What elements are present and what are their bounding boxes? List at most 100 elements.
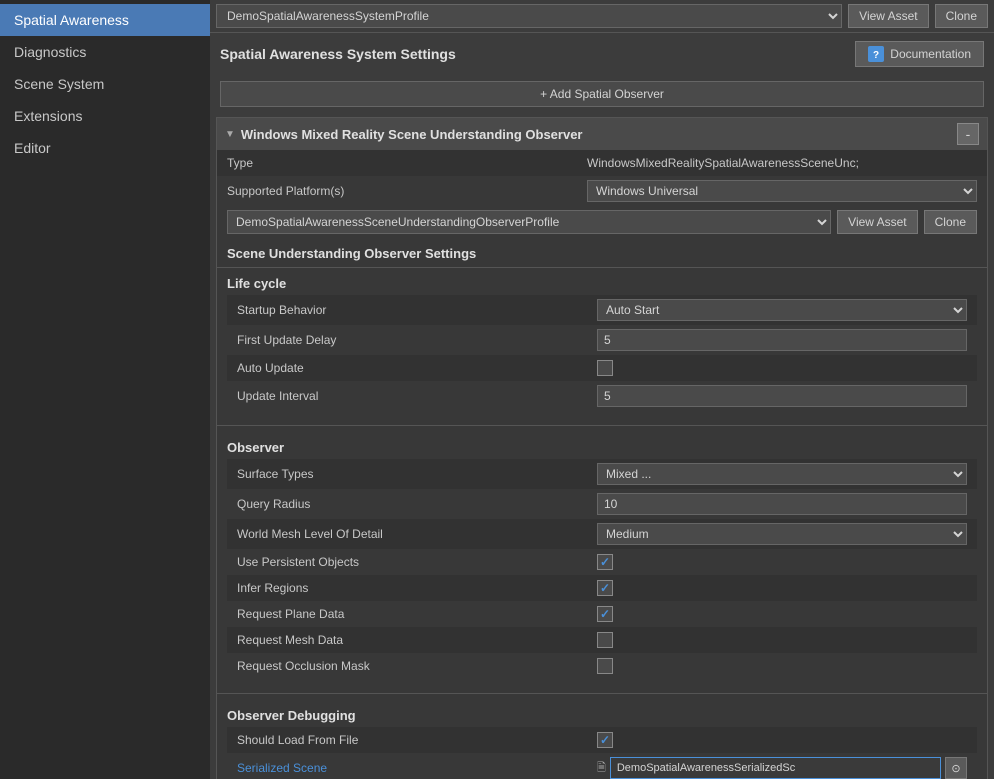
request-mesh-checkbox[interactable] [597, 632, 613, 648]
request-occlusion-row: Request Occlusion Mask [227, 653, 977, 679]
type-label: Type [227, 156, 587, 170]
sidebar-item-label: Scene System [14, 76, 104, 92]
should-load-row: Should Load From File [227, 727, 977, 753]
page-title: Spatial Awareness System Settings [220, 46, 456, 62]
serialized-scene-input[interactable] [610, 757, 941, 779]
observer-view-asset-label: View Asset [848, 215, 906, 229]
startup-behavior-row: Startup Behavior Auto Start [227, 295, 977, 325]
add-observer-bar: + Add Spatial Observer [210, 75, 994, 113]
collapse-icon[interactable]: ▼ [225, 129, 235, 140]
world-mesh-lod-label: World Mesh Level Of Detail [237, 527, 597, 541]
observer-settings-section: Observer Surface Types Mixed ... Query R… [217, 432, 987, 687]
observer-section: ▼ Windows Mixed Reality Scene Understand… [216, 117, 988, 779]
doc-button-label: Documentation [890, 47, 971, 61]
supported-platforms-select[interactable]: Windows Universal [587, 180, 977, 202]
query-radius-row: Query Radius [227, 489, 977, 519]
type-row: Type WindowsMixedRealitySpatialAwareness… [217, 150, 987, 176]
request-occlusion-label: Request Occlusion Mask [237, 659, 597, 673]
observer-settings-label: Observer [227, 440, 977, 455]
observer-clone-label: Clone [935, 215, 966, 229]
debugging-label: Observer Debugging [227, 708, 977, 723]
svg-text:?: ? [873, 50, 879, 61]
request-plane-checkbox[interactable] [597, 606, 613, 622]
use-persistent-checkbox-container [597, 554, 613, 570]
auto-update-row: Auto Update [227, 355, 977, 381]
add-observer-label: + Add Spatial Observer [540, 87, 664, 101]
divider-1 [217, 425, 987, 426]
use-persistent-label: Use Persistent Objects [237, 555, 597, 569]
query-radius-label: Query Radius [237, 497, 597, 511]
request-mesh-label: Request Mesh Data [237, 633, 597, 647]
observer-header: ▼ Windows Mixed Reality Scene Understand… [217, 118, 987, 150]
startup-behavior-select[interactable]: Auto Start [597, 299, 967, 321]
sidebar-item-label: Diagnostics [14, 44, 86, 60]
update-interval-row: Update Interval [227, 381, 977, 411]
serialized-scene-link[interactable]: Serialized Scene [237, 761, 597, 775]
sidebar-item-label: Extensions [14, 108, 82, 124]
request-plane-checkbox-container [597, 606, 613, 622]
infer-regions-row: Infer Regions [227, 575, 977, 601]
sidebar-item-label: Spatial Awareness [14, 12, 129, 28]
remove-observer-button[interactable]: - [957, 123, 979, 145]
world-mesh-lod-row: World Mesh Level Of Detail Medium [227, 519, 977, 549]
surface-types-select[interactable]: Mixed ... [597, 463, 967, 485]
clone-label: Clone [946, 9, 977, 23]
observer-header-left: ▼ Windows Mixed Reality Scene Understand… [225, 127, 583, 142]
sidebar-item-diagnostics[interactable]: Diagnostics [0, 36, 210, 68]
view-asset-button[interactable]: View Asset [848, 4, 928, 28]
minus-label: - [966, 126, 971, 142]
surface-types-label: Surface Types [237, 467, 597, 481]
doc-icon: ? [868, 46, 884, 62]
documentation-button[interactable]: ? Documentation [855, 41, 984, 67]
browse-icon: ⊙ [951, 762, 960, 775]
request-occlusion-checkbox-container [597, 658, 613, 674]
add-observer-button[interactable]: + Add Spatial Observer [220, 81, 984, 107]
auto-update-checkbox[interactable] [597, 360, 613, 376]
sidebar-item-label: Editor [14, 140, 51, 156]
first-update-delay-input[interactable] [597, 329, 967, 351]
file-icon: 🗎 [597, 759, 606, 778]
should-load-checkbox[interactable] [597, 732, 613, 748]
request-mesh-row: Request Mesh Data [227, 627, 977, 653]
sidebar-item-spatial-awareness[interactable]: Spatial Awareness [0, 4, 210, 36]
view-asset-label: View Asset [859, 9, 917, 23]
first-update-delay-label: First Update Delay [237, 333, 597, 347]
infer-regions-checkbox-container [597, 580, 613, 596]
observer-view-asset-button[interactable]: View Asset [837, 210, 917, 234]
update-interval-label: Update Interval [237, 389, 597, 403]
serialized-scene-field: 🗎 ⊙ [597, 757, 967, 779]
startup-behavior-label: Startup Behavior [237, 303, 597, 317]
main-content: DemoSpatialAwarenessSystemProfile View A… [210, 0, 994, 779]
update-interval-input[interactable] [597, 385, 967, 407]
observer-profile-select[interactable]: DemoSpatialAwarenessSceneUnderstandingOb… [227, 210, 831, 234]
divider-2 [217, 693, 987, 694]
type-value: WindowsMixedRealitySpatialAwarenessScene… [587, 156, 977, 170]
first-update-delay-row: First Update Delay [227, 325, 977, 355]
request-occlusion-checkbox[interactable] [597, 658, 613, 674]
request-plane-row: Request Plane Data [227, 601, 977, 627]
sidebar-item-editor[interactable]: Editor [0, 132, 210, 164]
query-radius-input[interactable] [597, 493, 967, 515]
auto-update-checkbox-container [597, 360, 613, 376]
observer-clone-button[interactable]: Clone [924, 210, 977, 234]
clone-button[interactable]: Clone [935, 4, 988, 28]
header-row: Spatial Awareness System Settings ? Docu… [210, 33, 994, 75]
serialized-scene-browse-button[interactable]: ⊙ [945, 757, 967, 779]
use-persistent-checkbox[interactable] [597, 554, 613, 570]
profile-select[interactable]: DemoSpatialAwarenessSystemProfile [216, 4, 842, 28]
infer-regions-label: Infer Regions [237, 581, 597, 595]
surface-types-row: Surface Types Mixed ... [227, 459, 977, 489]
infer-regions-checkbox[interactable] [597, 580, 613, 596]
auto-update-label: Auto Update [237, 361, 597, 375]
top-bar: DemoSpatialAwarenessSystemProfile View A… [210, 0, 994, 33]
world-mesh-lod-select[interactable]: Medium [597, 523, 967, 545]
supported-platforms-row: Supported Platform(s) Windows Universal [217, 176, 987, 206]
sidebar-item-scene-system[interactable]: Scene System [0, 68, 210, 100]
settings-title: Scene Understanding Observer Settings [217, 238, 987, 268]
lifecycle-label: Life cycle [227, 276, 977, 291]
should-load-label: Should Load From File [237, 733, 597, 747]
should-load-checkbox-container [597, 732, 613, 748]
lifecycle-section: Life cycle Startup Behavior Auto Start F… [217, 268, 987, 419]
sidebar-item-extensions[interactable]: Extensions [0, 100, 210, 132]
request-plane-label: Request Plane Data [237, 607, 597, 621]
